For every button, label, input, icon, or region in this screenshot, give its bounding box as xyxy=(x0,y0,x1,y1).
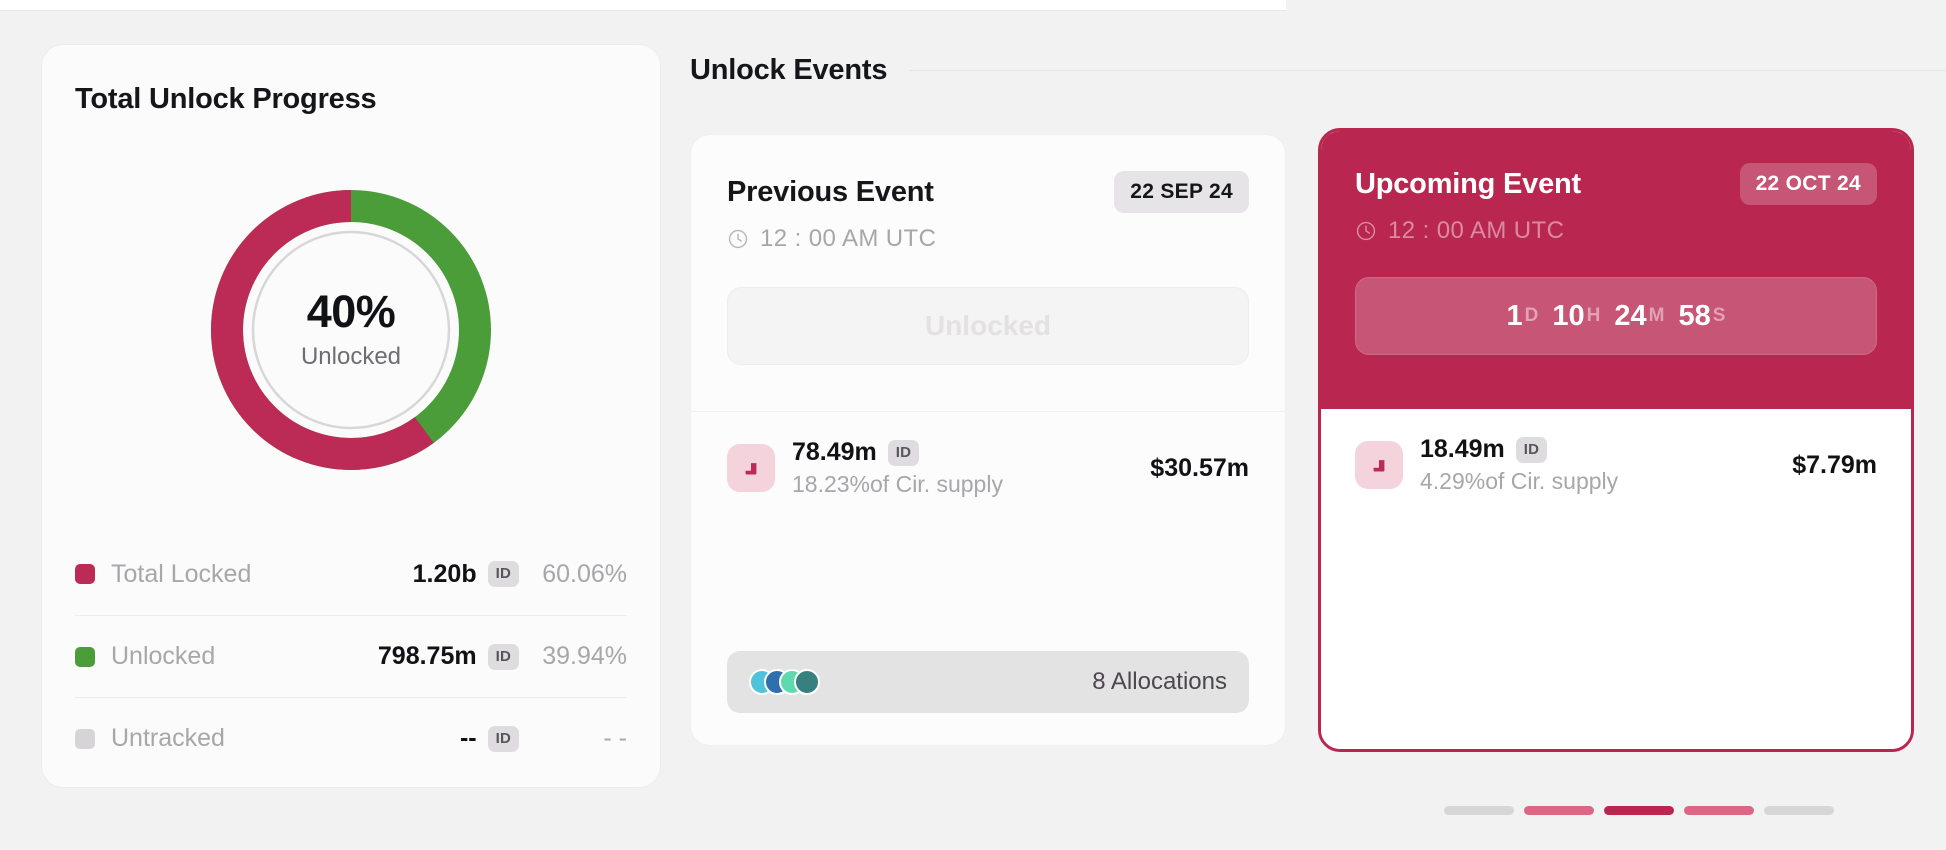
previous-event-card[interactable]: Previous Event 22 SEP 24 12 : 00 AM UTC … xyxy=(690,134,1286,746)
legend-percent: - - xyxy=(603,724,627,752)
previous-amount-block: 78.49m ID 18.23%of Cir. supply xyxy=(792,438,1150,498)
pager-bar-5[interactable] xyxy=(1764,806,1834,815)
countdown-days-unit: D xyxy=(1524,305,1539,326)
unlock-legend: Total Locked 1.20b ID 60.06% Unlocked 79… xyxy=(75,533,627,779)
id-chip[interactable]: ID xyxy=(487,725,519,752)
unlock-events-header: Unlock Events xyxy=(690,54,1946,87)
upcoming-amount-usd: $7.79m xyxy=(1792,450,1877,479)
legend-percent: 60.06% xyxy=(542,559,627,588)
pager-bar-2[interactable] xyxy=(1524,806,1594,815)
upcoming-event-body: 18.49m ID 4.29%of Cir. supply $7.79m 4 A… xyxy=(1321,409,1911,749)
countdown-minutes-value: 24 xyxy=(1614,299,1647,332)
id-chip[interactable]: ID xyxy=(887,439,920,466)
previous-event-status-box: Unlocked xyxy=(727,287,1249,365)
donut-center-labels: 40% Unlocked xyxy=(206,185,496,475)
previous-amount-value: 78.49m xyxy=(792,438,877,466)
top-strip-divider xyxy=(0,10,1286,11)
countdown-seconds-value: 58 xyxy=(1678,299,1711,332)
countdown-hours-unit: H xyxy=(1586,305,1601,326)
upcoming-event-header: Upcoming Event 22 OCT 24 12 : 00 AM UTC … xyxy=(1321,131,1911,409)
upcoming-event-amount-row: 18.49m ID 4.29%of Cir. supply $7.79m xyxy=(1321,409,1911,495)
upcoming-event-time: 12 : 00 AM UTC xyxy=(1388,217,1565,244)
token-step-icon xyxy=(1355,441,1403,489)
donut-percent-label: Unlocked xyxy=(300,343,402,370)
upcoming-amount-block: 18.49m ID 4.29%of Cir. supply xyxy=(1420,435,1792,495)
page-title: Total Unlock Progress xyxy=(75,83,377,115)
legend-value: 1.20b xyxy=(412,559,477,588)
unlock-progress-donut-chart: 40% Unlocked xyxy=(206,185,496,475)
clock-icon xyxy=(1355,220,1377,242)
upcoming-event-date-badge: 22 OCT 24 xyxy=(1739,163,1877,205)
legend-value: -- xyxy=(459,724,477,752)
legend-swatch-untracked xyxy=(75,728,95,749)
dashboard-root: Total Unlock Progress 40% Unlocked Total… xyxy=(0,0,1946,850)
total-unlock-progress-card: Total Unlock Progress 40% Unlocked Total… xyxy=(41,44,661,788)
top-white-strip xyxy=(0,0,1286,10)
pager-bar-4[interactable] xyxy=(1684,806,1754,815)
countdown-days-value: 1 xyxy=(1506,299,1523,332)
legend-swatch-locked xyxy=(75,564,95,584)
upcoming-event-title: Upcoming Event xyxy=(1355,167,1581,200)
legend-label: Untracked xyxy=(111,724,225,752)
legend-row-total-locked[interactable]: Total Locked 1.20b ID 60.06% xyxy=(75,533,627,615)
id-chip[interactable]: ID xyxy=(487,643,519,670)
upcoming-amount-supply-pct: 4.29%of Cir. supply xyxy=(1420,468,1619,494)
upcoming-amount-value: 18.49m xyxy=(1420,435,1505,463)
previous-allocations-label: 8 Allocations xyxy=(1092,668,1227,695)
countdown-hours-value: 10 xyxy=(1552,299,1585,332)
token-step-icon xyxy=(727,444,775,492)
countdown-timer: 1 D 10 H 24 M 58 S xyxy=(1355,277,1877,355)
legend-label: Unlocked xyxy=(111,642,216,670)
previous-event-header: Previous Event 22 SEP 24 12 : 00 AM UTC xyxy=(691,135,1285,253)
id-chip[interactable]: ID xyxy=(1515,436,1548,463)
previous-event-amount-row: 78.49m ID 18.23%of Cir. supply $30.57m xyxy=(691,412,1285,498)
section-title: Unlock Events xyxy=(690,54,888,86)
legend-row-untracked[interactable]: Untracked -- ID - - xyxy=(75,697,627,779)
allocation-avatar-stack xyxy=(749,669,820,695)
legend-label: Total Locked xyxy=(111,559,252,588)
countdown-seconds-unit: S xyxy=(1712,305,1726,326)
legend-percent: 39.94% xyxy=(542,642,627,670)
legend-value: 798.75m xyxy=(377,642,477,670)
avatar xyxy=(794,669,820,695)
clock-icon xyxy=(727,228,749,250)
upcoming-event-card[interactable]: Upcoming Event 22 OCT 24 12 : 00 AM UTC … xyxy=(1318,128,1914,752)
previous-amount-supply-pct: 18.23%of Cir. supply xyxy=(792,471,1003,497)
previous-event-date-badge: 22 SEP 24 xyxy=(1114,171,1249,213)
carousel-pagination[interactable] xyxy=(1444,806,1834,815)
previous-event-time: 12 : 00 AM UTC xyxy=(760,225,937,252)
previous-allocations-bar[interactable]: 8 Allocations xyxy=(727,651,1249,713)
header-divider xyxy=(909,70,1946,71)
previous-event-status-label: Unlocked xyxy=(924,310,1052,341)
countdown-minutes-unit: M xyxy=(1648,305,1665,326)
donut-percent-value: 40% xyxy=(306,286,396,337)
previous-amount-usd: $30.57m xyxy=(1150,453,1249,482)
pager-bar-1[interactable] xyxy=(1444,806,1514,815)
legend-row-unlocked[interactable]: Unlocked 798.75m ID 39.94% xyxy=(75,615,627,697)
previous-event-title: Previous Event xyxy=(727,175,934,208)
id-chip[interactable]: ID xyxy=(487,561,519,587)
legend-swatch-unlocked xyxy=(75,646,95,667)
pager-bar-3-active[interactable] xyxy=(1604,806,1674,815)
